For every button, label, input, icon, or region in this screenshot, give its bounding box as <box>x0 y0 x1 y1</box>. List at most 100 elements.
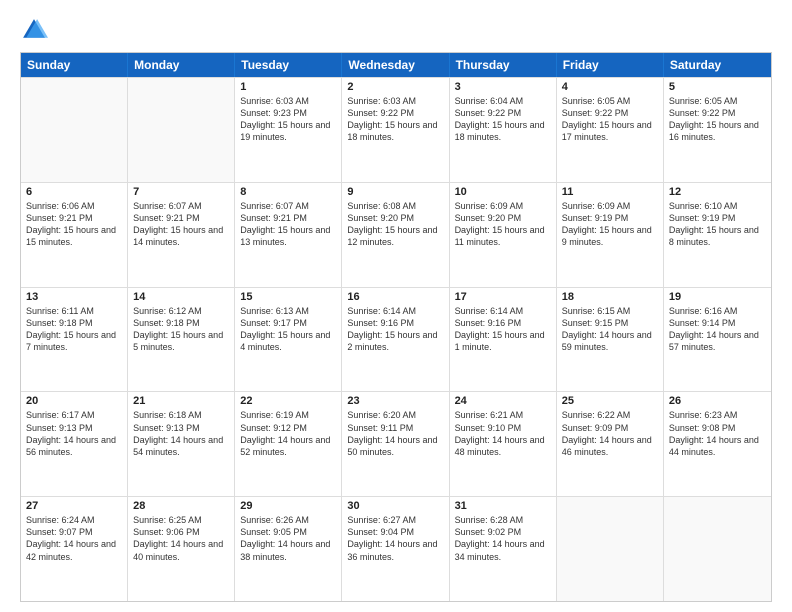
calendar-cell <box>21 78 128 182</box>
day-info: Sunrise: 6:17 AMSunset: 9:13 PMDaylight:… <box>26 409 122 458</box>
calendar-cell: 3 Sunrise: 6:04 AMSunset: 9:22 PMDaylight… <box>450 78 557 182</box>
calendar-cell: 29 Sunrise: 6:26 AMSunset: 9:05 PMDayligh… <box>235 497 342 601</box>
calendar-cell: 1Sunrise: 6:03 AMSunset: 9:23 PMDaylight… <box>235 78 342 182</box>
logo-icon <box>20 16 48 44</box>
day-info: Sunrise: 6:07 AMSunset: 9:21 PMDaylight:… <box>240 200 336 249</box>
calendar-header-cell: Thursday <box>450 53 557 77</box>
calendar-header: SundayMondayTuesdayWednesdayThursdayFrid… <box>21 53 771 77</box>
calendar-week-row: 27 Sunrise: 6:24 AMSunset: 9:07 PMDayligh… <box>21 496 771 601</box>
calendar-cell <box>664 497 771 601</box>
day-number: 12 <box>669 186 766 198</box>
day-number: 16 <box>347 291 443 303</box>
day-info: Sunrise: 6:05 AMSunset: 9:22 PMDaylight:… <box>562 95 658 144</box>
day-number: 31 <box>455 500 551 512</box>
day-info: Sunrise: 6:12 AMSunset: 9:18 PMDaylight:… <box>133 305 229 354</box>
day-info: Sunrise: 6:08 AMSunset: 9:20 PMDaylight:… <box>347 200 443 249</box>
calendar-cell <box>557 497 664 601</box>
day-number: 20 <box>26 395 122 407</box>
day-number: 28 <box>133 500 229 512</box>
calendar-header-cell: Tuesday <box>235 53 342 77</box>
day-number: 30 <box>347 500 443 512</box>
day-info: Sunrise: 6:22 AMSunset: 9:09 PMDaylight:… <box>562 409 658 458</box>
day-info: Sunrise: 6:26 AMSunset: 9:05 PMDaylight:… <box>240 514 336 563</box>
day-info: Sunrise: 6:13 AMSunset: 9:17 PMDaylight:… <box>240 305 336 354</box>
day-number: 1 <box>240 81 336 93</box>
day-info: Sunrise: 6:05 AMSunset: 9:22 PMDaylight:… <box>669 95 766 144</box>
calendar-cell: 16 Sunrise: 6:14 AMSunset: 9:16 PMDayligh… <box>342 288 449 392</box>
day-info: Sunrise: 6:04 AMSunset: 9:22 PMDaylight:… <box>455 95 551 144</box>
calendar: SundayMondayTuesdayWednesdayThursdayFrid… <box>20 52 772 602</box>
calendar-cell: 12Sunrise: 6:10 AMSunset: 9:19 PMDayligh… <box>664 183 771 287</box>
calendar-cell: 28 Sunrise: 6:25 AMSunset: 9:06 PMDayligh… <box>128 497 235 601</box>
calendar-cell: 7 Sunrise: 6:07 AMSunset: 9:21 PMDaylight… <box>128 183 235 287</box>
calendar-cell <box>128 78 235 182</box>
day-info: Sunrise: 6:16 AMSunset: 9:14 PMDaylight:… <box>669 305 766 354</box>
day-info: Sunrise: 6:19 AMSunset: 9:12 PMDaylight:… <box>240 409 336 458</box>
calendar-cell: 27 Sunrise: 6:24 AMSunset: 9:07 PMDayligh… <box>21 497 128 601</box>
calendar-cell: 24 Sunrise: 6:21 AMSunset: 9:10 PMDayligh… <box>450 392 557 496</box>
calendar-cell: 31 Sunrise: 6:28 AMSunset: 9:02 PMDayligh… <box>450 497 557 601</box>
calendar-body: 1Sunrise: 6:03 AMSunset: 9:23 PMDaylight… <box>21 77 771 601</box>
day-number: 19 <box>669 291 766 303</box>
day-info: Sunrise: 6:24 AMSunset: 9:07 PMDaylight:… <box>26 514 122 563</box>
day-info: Sunrise: 6:28 AMSunset: 9:02 PMDaylight:… <box>455 514 551 563</box>
day-number: 17 <box>455 291 551 303</box>
calendar-cell: 5 Sunrise: 6:05 AMSunset: 9:22 PMDaylight… <box>664 78 771 182</box>
day-info: Sunrise: 6:25 AMSunset: 9:06 PMDaylight:… <box>133 514 229 563</box>
day-number: 5 <box>669 81 766 93</box>
day-info: Sunrise: 6:11 AMSunset: 9:18 PMDaylight:… <box>26 305 122 354</box>
calendar-cell: 13 Sunrise: 6:11 AMSunset: 9:18 PMDayligh… <box>21 288 128 392</box>
day-number: 8 <box>240 186 336 198</box>
calendar-cell: 19 Sunrise: 6:16 AMSunset: 9:14 PMDayligh… <box>664 288 771 392</box>
calendar-cell: 11 Sunrise: 6:09 AMSunset: 9:19 PMDayligh… <box>557 183 664 287</box>
calendar-header-cell: Sunday <box>21 53 128 77</box>
day-info: Sunrise: 6:23 AMSunset: 9:08 PMDaylight:… <box>669 409 766 458</box>
day-info: Sunrise: 6:14 AMSunset: 9:16 PMDaylight:… <box>347 305 443 354</box>
calendar-cell: 25Sunrise: 6:22 AMSunset: 9:09 PMDayligh… <box>557 392 664 496</box>
calendar-cell: 22 Sunrise: 6:19 AMSunset: 9:12 PMDayligh… <box>235 392 342 496</box>
day-info: Sunrise: 6:09 AMSunset: 9:20 PMDaylight:… <box>455 200 551 249</box>
day-number: 9 <box>347 186 443 198</box>
day-number: 14 <box>133 291 229 303</box>
calendar-cell: 30 Sunrise: 6:27 AMSunset: 9:04 PMDayligh… <box>342 497 449 601</box>
day-number: 22 <box>240 395 336 407</box>
day-info: Sunrise: 6:14 AMSunset: 9:16 PMDaylight:… <box>455 305 551 354</box>
calendar-cell: 4Sunrise: 6:05 AMSunset: 9:22 PMDaylight… <box>557 78 664 182</box>
day-info: Sunrise: 6:20 AMSunset: 9:11 PMDaylight:… <box>347 409 443 458</box>
calendar-cell: 9 Sunrise: 6:08 AMSunset: 9:20 PMDaylight… <box>342 183 449 287</box>
calendar-cell: 2Sunrise: 6:03 AMSunset: 9:22 PMDaylight… <box>342 78 449 182</box>
day-info: Sunrise: 6:09 AMSunset: 9:19 PMDaylight:… <box>562 200 658 249</box>
day-info: Sunrise: 6:18 AMSunset: 9:13 PMDaylight:… <box>133 409 229 458</box>
day-number: 26 <box>669 395 766 407</box>
day-info: Sunrise: 6:07 AMSunset: 9:21 PMDaylight:… <box>133 200 229 249</box>
day-info: Sunrise: 6:06 AMSunset: 9:21 PMDaylight:… <box>26 200 122 249</box>
day-number: 24 <box>455 395 551 407</box>
day-number: 10 <box>455 186 551 198</box>
day-info: Sunrise: 6:27 AMSunset: 9:04 PMDaylight:… <box>347 514 443 563</box>
calendar-cell: 10 Sunrise: 6:09 AMSunset: 9:20 PMDayligh… <box>450 183 557 287</box>
calendar-header-cell: Saturday <box>664 53 771 77</box>
day-number: 15 <box>240 291 336 303</box>
calendar-week-row: 20 Sunrise: 6:17 AMSunset: 9:13 PMDayligh… <box>21 391 771 496</box>
calendar-cell: 14 Sunrise: 6:12 AMSunset: 9:18 PMDayligh… <box>128 288 235 392</box>
day-info: Sunrise: 6:21 AMSunset: 9:10 PMDaylight:… <box>455 409 551 458</box>
calendar-cell: 26 Sunrise: 6:23 AMSunset: 9:08 PMDayligh… <box>664 392 771 496</box>
day-number: 29 <box>240 500 336 512</box>
day-info: Sunrise: 6:15 AMSunset: 9:15 PMDaylight:… <box>562 305 658 354</box>
calendar-cell: 17 Sunrise: 6:14 AMSunset: 9:16 PMDayligh… <box>450 288 557 392</box>
day-number: 7 <box>133 186 229 198</box>
page: SundayMondayTuesdayWednesdayThursdayFrid… <box>0 0 792 612</box>
calendar-header-cell: Friday <box>557 53 664 77</box>
day-number: 13 <box>26 291 122 303</box>
calendar-cell: 15 Sunrise: 6:13 AMSunset: 9:17 PMDayligh… <box>235 288 342 392</box>
calendar-cell: 6Sunrise: 6:06 AMSunset: 9:21 PMDaylight… <box>21 183 128 287</box>
day-number: 11 <box>562 186 658 198</box>
calendar-week-row: 1Sunrise: 6:03 AMSunset: 9:23 PMDaylight… <box>21 77 771 182</box>
day-number: 18 <box>562 291 658 303</box>
day-number: 27 <box>26 500 122 512</box>
day-number: 3 <box>455 81 551 93</box>
calendar-cell: 20 Sunrise: 6:17 AMSunset: 9:13 PMDayligh… <box>21 392 128 496</box>
calendar-cell: 18 Sunrise: 6:15 AMSunset: 9:15 PMDayligh… <box>557 288 664 392</box>
calendar-cell: 8 Sunrise: 6:07 AMSunset: 9:21 PMDaylight… <box>235 183 342 287</box>
calendar-week-row: 6Sunrise: 6:06 AMSunset: 9:21 PMDaylight… <box>21 182 771 287</box>
